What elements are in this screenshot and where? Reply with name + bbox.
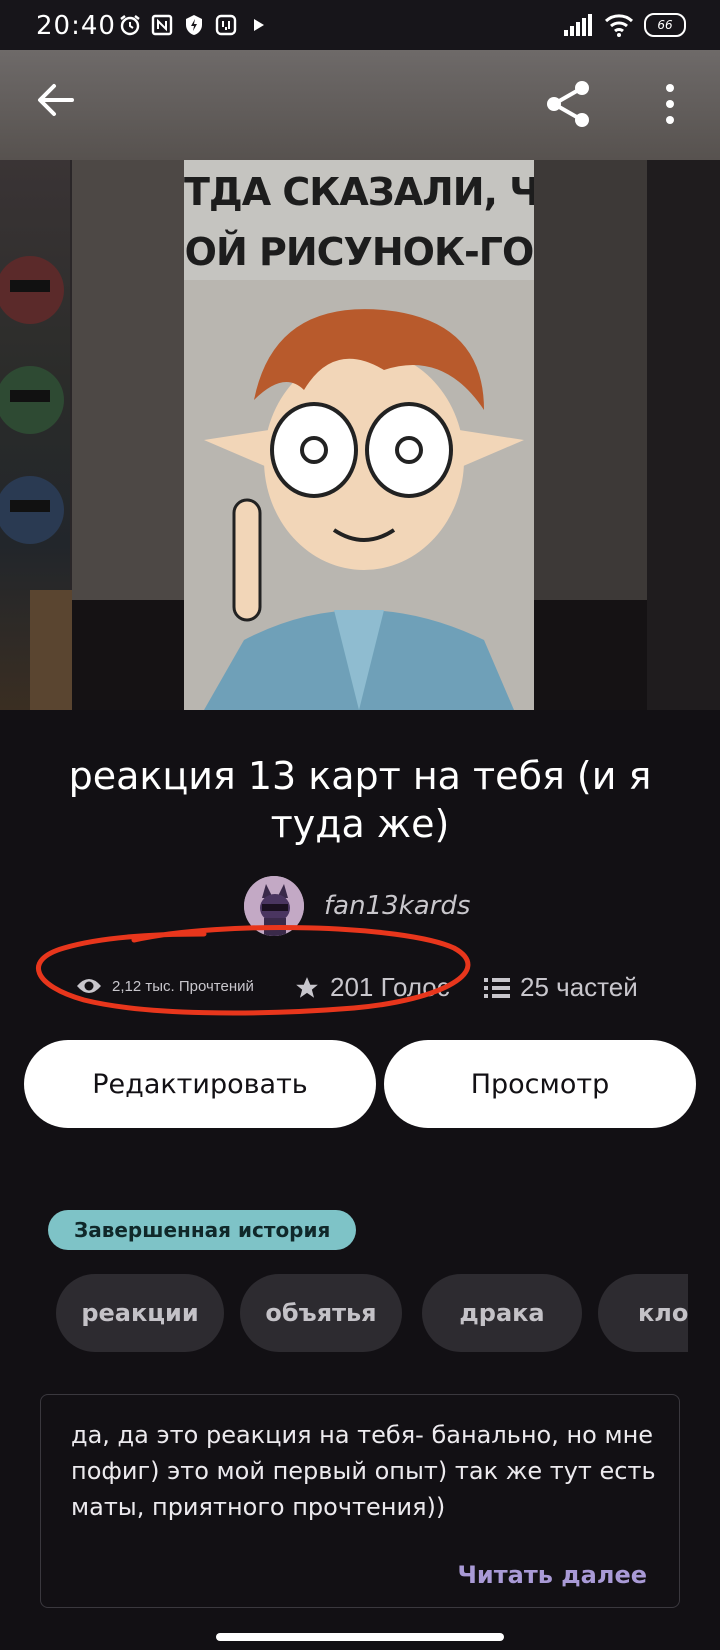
status-badge: Завершенная история [48, 1210, 357, 1250]
cover-caption-line1: ТДА СКАЗАЛИ, Ч [184, 170, 534, 214]
read-more-link[interactable]: Читать далее [458, 1561, 647, 1589]
reads-count: 2,12 тыс. Прочтений [112, 977, 254, 995]
next-cover-shadow [534, 160, 647, 600]
parts-stat[interactable]: 25 частей [484, 972, 638, 1003]
reads-stat: 2,12 тыс. Прочтений [76, 976, 254, 996]
prev-cover-shadow [72, 160, 184, 600]
story-title: реакция 13 карт на тебя (и я туда же) [68, 754, 652, 846]
status-icons-left [118, 13, 270, 37]
status-bar: 20:40 66 [0, 0, 720, 50]
more-options-icon[interactable] [658, 82, 682, 126]
eye-icon [77, 979, 101, 993]
tag-list: реакции объятья драка клон [56, 1274, 688, 1352]
home-indicator[interactable] [216, 1633, 504, 1641]
edit-button[interactable]: Редактировать [24, 1040, 376, 1128]
status-icons-right: 66 [564, 13, 686, 37]
wifi-icon [604, 14, 634, 37]
tag-chip[interactable]: клон [598, 1274, 688, 1352]
cover-caption-line2: ОЙ РИСУНОК-ГО [184, 230, 534, 274]
author-link[interactable]: fan13kards [244, 876, 470, 936]
alarm-icon [120, 15, 140, 36]
parts-count: 25 частей [520, 972, 638, 1002]
app-icon [215, 14, 237, 36]
description-text: да, да это реакция на тебя- банально, но… [71, 1421, 656, 1521]
list-icon [484, 977, 510, 998]
tag-chip[interactable]: драка [422, 1274, 582, 1352]
votes-stat: 201 Голос [294, 972, 450, 1003]
back-arrow-icon[interactable] [36, 80, 76, 120]
tag-chip[interactable]: реакции [56, 1274, 224, 1352]
prev-cover-art [0, 256, 72, 710]
battery-icon: 66 [644, 13, 686, 37]
play-icon [254, 19, 264, 31]
story-description: да, да это реакция на тебя- банально, но… [40, 1394, 680, 1608]
story-stats: 2,12 тыс. Прочтений 201 Голос 25 частей [0, 972, 720, 1012]
story-cover[interactable]: ТДА СКАЗАЛИ, Ч ОЙ РИСУНОК-ГО [184, 160, 534, 710]
preview-button[interactable]: Просмотр [384, 1040, 696, 1128]
status-time: 20:40 [36, 11, 116, 41]
share-icon[interactable] [544, 80, 592, 128]
tag-chip[interactable]: объятья [240, 1274, 402, 1352]
header-backdrop [0, 50, 720, 160]
votes-count: 201 Голос [330, 972, 450, 1002]
shield-icon [186, 15, 202, 35]
star-icon [296, 976, 318, 998]
signal-icon [564, 14, 592, 36]
nfc-icon [151, 14, 173, 36]
avatar [244, 876, 304, 936]
next-cover[interactable] [647, 160, 720, 710]
prev-cover[interactable] [0, 160, 72, 710]
author-name: fan13kards [324, 891, 471, 921]
cover-illustration [184, 280, 534, 710]
avatar-image [244, 876, 304, 936]
